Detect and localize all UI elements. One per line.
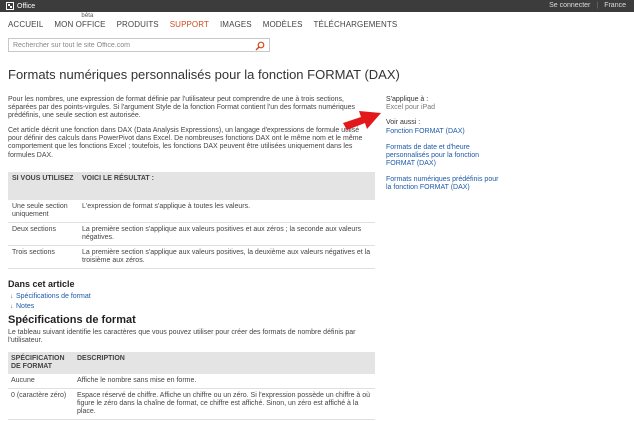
nav-item-telechargements[interactable]: TÉLÉCHARGEMENTS bbox=[314, 20, 398, 29]
applies-to-value: Excel pour iPad bbox=[386, 104, 436, 111]
see-also-link[interactable]: Formats de date et d'heure personnalisés… bbox=[386, 144, 504, 168]
nav-item-accueil[interactable]: ACCUEIL bbox=[8, 20, 43, 29]
search-box bbox=[8, 38, 270, 52]
toc-item[interactable]: ↓ Spécifications de format bbox=[10, 292, 91, 302]
see-also: Voir aussi : Fonction FORMAT (DAX) Forma… bbox=[386, 119, 504, 192]
office-brand: Office bbox=[17, 2, 36, 10]
toc-link-notes[interactable]: Notes bbox=[16, 302, 34, 312]
arrow-down-icon: ↓ bbox=[10, 294, 13, 300]
divider: | bbox=[596, 2, 599, 9]
table-cell: Deux sections bbox=[8, 222, 78, 246]
format-spec-table: SPÉCIFICATION DE FORMAT DESCRIPTION Aucu… bbox=[8, 352, 375, 420]
region-link[interactable]: France bbox=[604, 2, 626, 9]
sidebar: S'applique à : Excel pour iPad Voir auss… bbox=[386, 96, 504, 199]
top-bar-right: Se connecter | France bbox=[549, 2, 626, 9]
table-cell: Affiche le nombre sans mise en forme. bbox=[74, 374, 375, 389]
search-icon[interactable] bbox=[255, 41, 265, 51]
nav-item-mon-office[interactable]: MON OFFICE bêta bbox=[54, 13, 106, 29]
column-header: SI VOUS UTILISEZ bbox=[8, 172, 78, 200]
table-row: Une seule section uniquement L'expressio… bbox=[8, 200, 375, 223]
sections-table: SI VOUS UTILISEZ VOICI LE RÉSULTAT : Une… bbox=[8, 172, 375, 269]
spec-intro: Le tableau suivant identifie les caractè… bbox=[8, 329, 356, 345]
arrow-down-icon: ↓ bbox=[10, 304, 13, 310]
column-header: VOICI LE RÉSULTAT : bbox=[78, 172, 375, 200]
nav-item-support[interactable]: SUPPORT bbox=[170, 20, 209, 29]
nav-item-modeles[interactable]: MODÈLES bbox=[263, 20, 303, 29]
nav-item-produits[interactable]: PRODUITS bbox=[117, 20, 159, 29]
applies-to-label: S'applique à : bbox=[386, 96, 429, 103]
office-logo-icon bbox=[6, 2, 14, 10]
nav-item-images[interactable]: IMAGES bbox=[220, 20, 252, 29]
table-cell: 0 (caractère zéro) bbox=[8, 388, 74, 420]
sign-in-link[interactable]: Se connecter bbox=[549, 2, 590, 9]
dax-paragraph: Cet article décrit une fonction dans DAX… bbox=[8, 127, 363, 159]
search-input[interactable] bbox=[9, 39, 249, 51]
in-article-heading: Dans cet article bbox=[8, 279, 75, 289]
applies-to: S'applique à : Excel pour iPad bbox=[386, 96, 504, 112]
nav-item-label: MON OFFICE bbox=[54, 20, 106, 29]
table-cell: L'expression de format s'applique à tout… bbox=[78, 200, 375, 223]
table-cell: Aucune bbox=[8, 374, 74, 389]
column-header: SPÉCIFICATION DE FORMAT bbox=[8, 352, 74, 374]
table-row: Trois sections La première section s'app… bbox=[8, 245, 375, 269]
beta-badge: bêta bbox=[81, 13, 94, 19]
see-also-link[interactable]: Fonction FORMAT (DAX) bbox=[386, 128, 504, 136]
table-row: Deux sections La première section s'appl… bbox=[8, 222, 375, 246]
table-cell: La première section s'applique aux valeu… bbox=[78, 222, 375, 246]
article-toc: ↓ Spécifications de format ↓ Notes bbox=[10, 292, 91, 312]
intro-paragraph: Pour les nombres, une expression de form… bbox=[8, 96, 356, 120]
table-row: Aucune Affiche le nombre sans mise en fo… bbox=[8, 374, 375, 389]
main-nav: ACCUEIL MON OFFICE bêta PRODUITS SUPPORT … bbox=[8, 13, 398, 29]
table-row: 0 (caractère zéro) Espace réservé de chi… bbox=[8, 388, 375, 420]
see-also-label: Voir aussi : bbox=[386, 119, 421, 126]
table-header-row: SI VOUS UTILISEZ VOICI LE RÉSULTAT : bbox=[8, 172, 375, 200]
see-also-link[interactable]: Formats numériques prédéfinis pour la fo… bbox=[386, 176, 504, 192]
red-arrow-annotation bbox=[343, 111, 381, 130]
office-logo[interactable]: Office bbox=[6, 2, 35, 10]
table-cell: Espace réservé de chiffre. Affiche un ch… bbox=[74, 388, 375, 420]
table-cell: Trois sections bbox=[8, 245, 78, 269]
top-bar: Office Se connecter | France bbox=[0, 0, 634, 12]
table-cell: Une seule section uniquement bbox=[8, 200, 78, 223]
table-header-row: SPÉCIFICATION DE FORMAT DESCRIPTION bbox=[8, 352, 375, 374]
toc-item[interactable]: ↓ Notes bbox=[10, 302, 91, 312]
spec-heading: Spécifications de format bbox=[8, 314, 136, 326]
table-cell: La première section s'applique aux valeu… bbox=[78, 245, 375, 269]
column-header: DESCRIPTION bbox=[74, 352, 375, 374]
toc-link-spec[interactable]: Spécifications de format bbox=[16, 292, 91, 302]
page-title: Formats numériques personnalisés pour la… bbox=[8, 67, 400, 82]
